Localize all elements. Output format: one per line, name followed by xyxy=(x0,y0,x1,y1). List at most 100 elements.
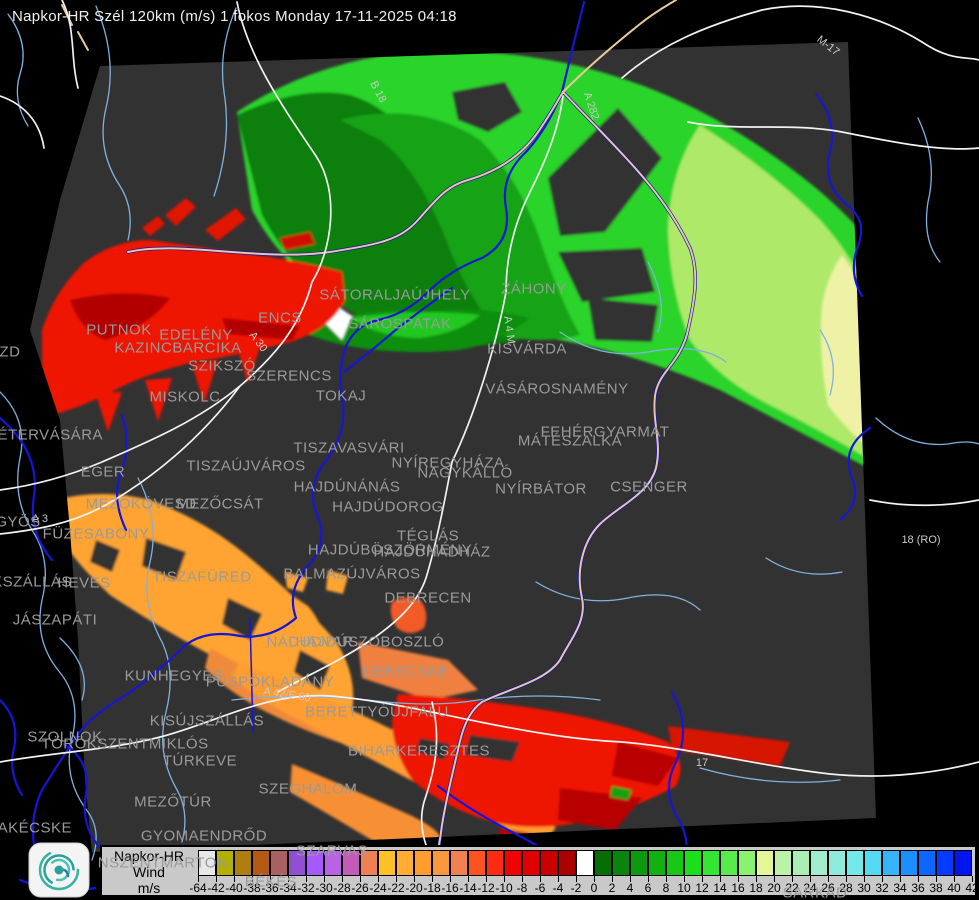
tick-label: 16 xyxy=(731,881,745,895)
city-label: MISKOLC xyxy=(149,388,221,406)
city-label: TISZAÚJVÁROS xyxy=(186,457,306,475)
colorbar-cell xyxy=(846,850,864,876)
city-label: SZARVAS xyxy=(295,842,369,860)
city-label: SÁROSPATAK xyxy=(348,315,452,333)
tick-label: -22 xyxy=(387,881,405,895)
colorbar-cell xyxy=(900,850,918,876)
colorbar-cell xyxy=(882,850,900,876)
colorbar-cell xyxy=(576,850,594,876)
colorbar-cell xyxy=(630,850,648,876)
city-label: HAJDÚDOROG xyxy=(332,498,444,516)
colorbar-cell xyxy=(396,850,414,876)
napkor-spiral-logo xyxy=(28,842,90,898)
city-label: NAGYKÁLLÓ xyxy=(417,464,513,482)
tick-label: -64 xyxy=(189,881,207,895)
colorbar-cell xyxy=(504,850,522,876)
city-label: DERECSKE xyxy=(362,663,450,681)
colorbar-cell xyxy=(936,850,954,876)
city-label: KISVÁRDA xyxy=(487,340,567,358)
tick-label: 34 xyxy=(893,881,907,895)
tick-label: -4 xyxy=(552,881,564,895)
city-label: FÜZESABONY xyxy=(42,525,150,543)
tick-label: 14 xyxy=(713,881,727,895)
tick-label: -28 xyxy=(333,881,351,895)
tick-label: 36 xyxy=(911,881,925,895)
tick-label: -24 xyxy=(369,881,387,895)
colorbar-cell xyxy=(612,850,630,876)
city-label: HAJDÚSZOBOSZLÓ xyxy=(295,633,445,651)
colorbar-cell xyxy=(468,850,486,876)
tick-label: 42 xyxy=(965,881,979,895)
tick-label: -26 xyxy=(351,881,369,895)
city-label: PUTNOK xyxy=(86,321,152,339)
tick-label: 10 xyxy=(677,881,691,895)
city-label: TÚRKEVE xyxy=(162,752,238,770)
city-label: BERETTYÓÚJFALU xyxy=(305,703,449,721)
colorbar-cell xyxy=(378,850,396,876)
tick-label: -42 xyxy=(207,881,225,895)
city-label: ZÁHONY xyxy=(501,280,567,298)
city-label: CSENGER xyxy=(610,478,688,496)
city-label: ZAKÉCSKE xyxy=(0,819,73,837)
colorbar-cell xyxy=(558,850,576,876)
tick-label: 0 xyxy=(590,881,598,895)
colorbar-cell xyxy=(774,850,792,876)
tick-label: 4 xyxy=(626,881,634,895)
tick-label: 8 xyxy=(662,881,670,895)
colorbar-cell xyxy=(450,850,468,876)
road-label: 17 xyxy=(695,757,709,769)
road-label: 18 (RO) xyxy=(901,534,941,546)
colorbar-cell xyxy=(540,850,558,876)
city-label: BALMAZÚJVÁROS xyxy=(283,565,421,583)
colorbar-cell xyxy=(756,850,774,876)
page-title: Napkor-HR Szél 120km (m/s) 1 fokos Monda… xyxy=(12,8,457,25)
city-label: MEZŐTÚR xyxy=(134,793,212,811)
tick-label: -40 xyxy=(225,881,243,895)
city-label: ZD xyxy=(0,343,21,361)
colorbar-cell xyxy=(666,850,684,876)
tick-label: 18 xyxy=(749,881,763,895)
legend-unit: m/s xyxy=(137,880,161,896)
city-label: SARKAD xyxy=(782,884,848,900)
city-label: NSZENTMÁRTON xyxy=(97,854,229,872)
tick-label: 40 xyxy=(947,881,961,895)
tick-label: -2 xyxy=(570,881,582,895)
city-label: BIHARKERESZTES xyxy=(347,742,491,760)
colorbar-cell xyxy=(738,850,756,876)
colorbar-cell xyxy=(414,850,432,876)
radar-screen: Napkor-HR Szél 120km (m/s) 1 fokos Monda… xyxy=(0,0,979,900)
city-label: SZEGHALOM xyxy=(258,780,358,798)
tick-label: 12 xyxy=(695,881,709,895)
tick-label: -12 xyxy=(477,881,495,895)
tick-label: 20 xyxy=(767,881,781,895)
city-label: ENCS xyxy=(258,309,302,327)
city-label: GYÖS xyxy=(0,513,41,531)
city-label: TISZAVASVÁRI xyxy=(293,439,405,457)
colorbar-cell xyxy=(594,850,612,876)
city-label: HAJDÚNÁNÁS xyxy=(293,478,401,496)
city-label: SÁTORALJAÚJHELY xyxy=(319,286,471,304)
city-label: NYÍRBÁTOR xyxy=(495,480,587,498)
colorbar-cell xyxy=(432,850,450,876)
city-label: KSZÁLLÁS xyxy=(0,573,72,591)
tick-label: 6 xyxy=(644,881,652,895)
radar-map-canvas xyxy=(0,0,979,900)
city-label: VÁSÁROSNAMÉNY xyxy=(485,380,629,398)
city-label: SZERENCS xyxy=(246,367,332,385)
city-label: JÁSZAPÁTI xyxy=(12,611,98,629)
colorbar-cell xyxy=(828,850,846,876)
city-label: GYOMAENDRŐD xyxy=(140,827,268,845)
city-label: MÁTÉSZALKA xyxy=(517,432,623,450)
tick-label: -16 xyxy=(441,881,459,895)
city-label: PÉTERVÁSÁRA xyxy=(0,426,104,444)
colorbar-cell xyxy=(864,850,882,876)
tick-label: -30 xyxy=(315,881,333,895)
city-label: DEBRECEN xyxy=(384,589,472,607)
tick-label: 32 xyxy=(875,881,889,895)
city-label: TISZAFÜRED xyxy=(152,568,252,586)
colorbar-cell xyxy=(522,850,540,876)
colorbar-cell xyxy=(252,850,270,876)
tick-label: 38 xyxy=(929,881,943,895)
city-label: KAZINCBARCIKA xyxy=(114,339,242,357)
city-label: TOKAJ xyxy=(315,387,367,405)
